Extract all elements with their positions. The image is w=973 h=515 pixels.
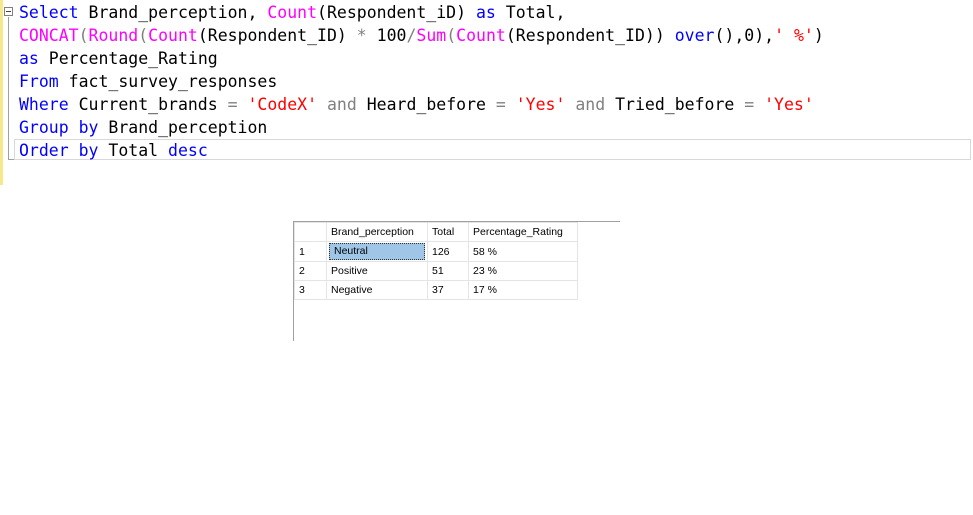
collapse-icon[interactable] — [4, 7, 13, 16]
code-token: CONCAT — [19, 26, 79, 45]
table-row[interactable]: 2 Positive 51 23 % — [294, 261, 578, 281]
code-token: Total, — [495, 3, 566, 22]
code-token: Tried_before — [605, 95, 745, 114]
code-token: by — [78, 118, 99, 137]
code-token: Count — [267, 3, 318, 22]
row-number[interactable]: 2 — [294, 261, 327, 281]
cell-percentage[interactable]: 58 % — [468, 241, 578, 262]
fold-guide-line — [8, 17, 9, 160]
code-token: = — [227, 95, 238, 114]
code-token: desc — [168, 141, 208, 160]
code-token: Brand_perception, — [78, 3, 268, 22]
cell-percentage[interactable]: 17 % — [468, 280, 578, 300]
row-number[interactable]: 1 — [294, 241, 327, 262]
code-token: ( — [138, 26, 149, 45]
column-header-total[interactable]: Total — [427, 222, 469, 242]
results-grid[interactable]: Brand_perception Total Percentage_Rating… — [293, 221, 620, 341]
code-token: over — [674, 26, 715, 45]
code-line[interactable]: Where Current_brands = 'CodeX' and Heard… — [19, 93, 824, 116]
code-token: = — [495, 95, 506, 114]
change-indicator-bar — [0, 0, 3, 185]
code-token: and — [575, 95, 606, 114]
code-token: as — [475, 3, 496, 22]
code-token: ( — [446, 26, 457, 45]
code-line[interactable]: From fact_survey_responses — [19, 70, 824, 93]
selected-cell[interactable]: Neutral — [326, 241, 428, 262]
code-token: Brand_perception — [98, 118, 268, 137]
row-number[interactable]: 3 — [294, 280, 327, 300]
code-line[interactable]: as Percentage_Rating — [19, 47, 824, 70]
column-header-percentage-rating[interactable]: Percentage_Rating — [468, 222, 578, 242]
code-token: (),0), — [714, 26, 775, 45]
code-token: = — [744, 95, 755, 114]
cell-total[interactable]: 126 — [427, 241, 469, 262]
cell-total[interactable]: 37 — [427, 280, 469, 300]
code-token: From — [19, 72, 59, 91]
code-token: Count — [456, 26, 506, 45]
query-editor[interactable]: Select Brand_perception, Count(Responden… — [0, 0, 973, 185]
code-token: Heard_before — [356, 95, 496, 114]
code-token: Percentage_Rating — [38, 49, 218, 68]
code-token: fact_survey_responses — [58, 72, 278, 91]
code-token: 'Yes' — [764, 95, 814, 114]
code-token: Select — [19, 3, 79, 22]
table-row[interactable]: 3 Negative 37 17 % — [294, 280, 578, 300]
code-token: ) — [813, 26, 824, 45]
code-token: ' %' — [774, 26, 814, 45]
code-token: Group — [19, 118, 69, 137]
cell-percentage[interactable]: 23 % — [468, 261, 578, 281]
code-token: * — [356, 26, 367, 45]
code-token: ( — [78, 26, 89, 45]
code-token: Total — [98, 141, 169, 160]
code-token: Order — [19, 141, 69, 160]
code-token: Round — [88, 26, 139, 45]
table-row[interactable]: 1 Neutral 126 58 % — [294, 241, 578, 262]
cell-brand[interactable]: Positive — [326, 261, 428, 281]
code-token: / — [406, 26, 417, 45]
cell-total[interactable]: 51 — [427, 261, 469, 281]
code-line[interactable]: Select Brand_perception, Count(Responden… — [19, 1, 824, 24]
code-token: Where — [19, 95, 69, 114]
cell-brand: Neutral — [329, 243, 425, 260]
code-token: Sum — [416, 26, 447, 45]
cell-brand[interactable]: Negative — [326, 280, 428, 300]
code-token: 'CodeX' — [247, 95, 318, 114]
code-token: Current_brands — [68, 95, 228, 114]
code-token: (Respondent_ID) — [197, 26, 357, 45]
code-token: 100 — [366, 26, 407, 45]
sql-code[interactable]: Select Brand_perception, Count(Responden… — [19, 1, 824, 162]
column-header-brand-perception[interactable]: Brand_perception — [326, 222, 428, 242]
code-token: (Respondent_iD) — [317, 3, 476, 22]
results-table: Brand_perception Total Percentage_Rating… — [294, 222, 578, 300]
row-number-header[interactable] — [294, 222, 327, 242]
code-token: by — [78, 141, 99, 160]
code-token: and — [326, 95, 357, 114]
code-line[interactable]: Group by Brand_perception — [19, 116, 824, 139]
code-token: (Respondent_ID)) — [505, 26, 675, 45]
code-line[interactable]: CONCAT(Round(Count(Respondent_ID) * 100/… — [19, 24, 824, 47]
code-line[interactable]: Order by Total desc — [19, 139, 824, 162]
code-token: as — [19, 49, 39, 68]
code-token: 'Yes' — [515, 95, 566, 114]
header-row: Brand_perception Total Percentage_Rating — [294, 222, 578, 242]
code-token: Count — [148, 26, 198, 45]
